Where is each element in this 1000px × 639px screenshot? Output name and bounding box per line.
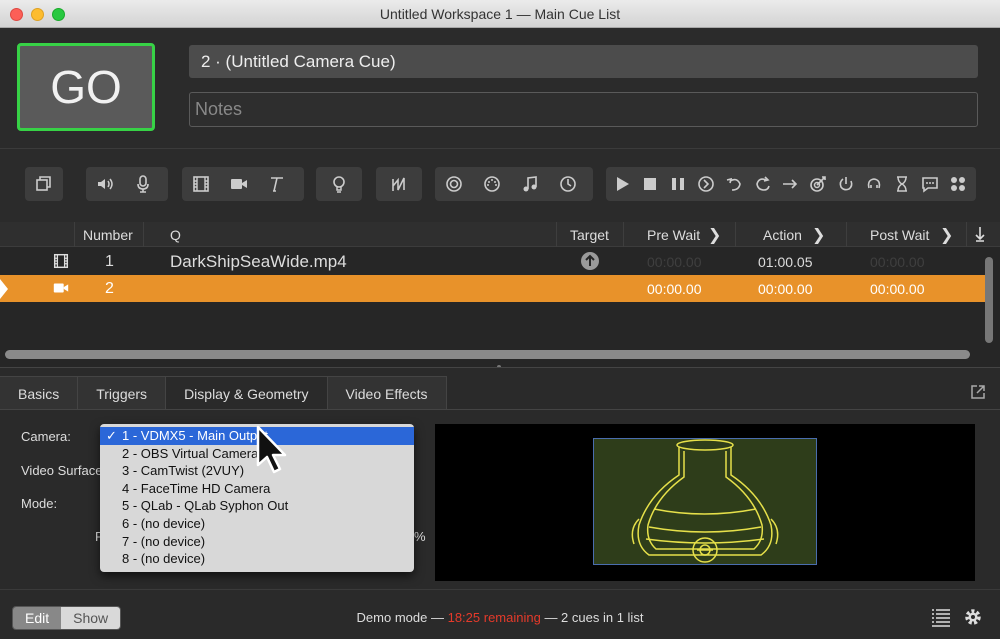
- camera-option[interactable]: 6 - (no device): [100, 515, 414, 533]
- toolbar-group-fade: [376, 167, 422, 201]
- cue-action[interactable]: 00:00.00: [758, 281, 813, 297]
- toolbar-group-control: [435, 167, 593, 201]
- tab-display-geometry[interactable]: Display & Geometry: [166, 376, 328, 409]
- midi-icon[interactable]: [473, 167, 511, 201]
- mic-icon[interactable]: [124, 167, 162, 201]
- tab-triggers[interactable]: Triggers: [78, 376, 167, 409]
- camera-option[interactable]: 4 - FaceTime HD Camera: [100, 480, 414, 498]
- disarm-icon[interactable]: [860, 167, 888, 201]
- percent-label: %: [414, 529, 426, 544]
- toolbar-group-playback: [606, 167, 976, 201]
- column-number[interactable]: Number: [83, 227, 133, 243]
- wait-icon[interactable]: [888, 167, 916, 201]
- audio-icon[interactable]: [86, 167, 124, 201]
- cue-list-header: Number Q Target Pre Wait ❯ Action ❯ Post…: [0, 222, 1000, 247]
- group-icon[interactable]: [25, 167, 63, 201]
- cue-toolbar: [0, 148, 1000, 222]
- camera-option[interactable]: 7 - (no device): [100, 533, 414, 551]
- network-icon[interactable]: [435, 167, 473, 201]
- camera-option[interactable]: 5 - QLab - QLab Syphon Out: [100, 497, 414, 515]
- gear-icon[interactable]: [962, 606, 984, 628]
- camera-icon: [51, 279, 71, 302]
- video-surface-label: Video Surface: [21, 463, 103, 478]
- load-icon[interactable]: [692, 167, 720, 201]
- chevron-right-icon[interactable]: ❯: [812, 225, 825, 245]
- camera-option[interactable]: 8 - (no device): [100, 550, 414, 568]
- surface-frame[interactable]: [593, 438, 817, 565]
- toolbar-group-video: [182, 167, 304, 201]
- table-row[interactable]: 2 00:00.00 00:00.00 00:00.00: [0, 275, 985, 302]
- target-arrow-icon[interactable]: [580, 251, 600, 276]
- list-icon[interactable]: [930, 606, 952, 628]
- goto-icon[interactable]: [776, 167, 804, 201]
- devamp-icon[interactable]: [748, 167, 776, 201]
- continue-mode-icon[interactable]: [973, 225, 987, 246]
- toolbar-group-organize: [25, 167, 63, 201]
- timecode-icon[interactable]: [549, 167, 587, 201]
- cue-number[interactable]: 2: [105, 280, 114, 298]
- video-preview[interactable]: [435, 424, 975, 581]
- inspector-tabs: Basics Triggers Display & Geometry Video…: [0, 376, 447, 409]
- column-post-wait[interactable]: Post Wait: [870, 227, 929, 243]
- music-icon[interactable]: [511, 167, 549, 201]
- script-icon[interactable]: [944, 167, 972, 201]
- fade-icon[interactable]: [380, 167, 418, 201]
- cue-q-name[interactable]: DarkShipSeaWide.mp4: [170, 252, 347, 272]
- status-bar: Edit Show Demo mode — 18:25 remaining — …: [0, 589, 1000, 639]
- inspector-panel: Basics Triggers Display & Geometry Video…: [0, 367, 1000, 589]
- light-icon[interactable]: [320, 167, 358, 201]
- camera-label: Camera:: [21, 429, 71, 444]
- stop-icon[interactable]: [636, 167, 664, 201]
- toolbar-group-audio: [86, 167, 168, 201]
- window-title: Untitled Workspace 1 — Main Cue List: [379, 6, 621, 22]
- column-q[interactable]: Q: [170, 227, 181, 243]
- chevron-right-icon[interactable]: ❯: [708, 225, 721, 245]
- title-bar: Untitled Workspace 1 — Main Cue List: [0, 0, 1000, 28]
- cue-post-wait[interactable]: 00:00.00: [870, 254, 925, 270]
- status-text: Demo mode — 18:25 remaining — 2 cues in …: [356, 610, 644, 625]
- camera-icon[interactable]: [220, 167, 258, 201]
- text-icon[interactable]: [258, 167, 296, 201]
- tab-basics[interactable]: Basics: [0, 376, 79, 409]
- notes-field[interactable]: Notes: [189, 92, 978, 127]
- arm-icon[interactable]: [832, 167, 860, 201]
- cue-pre-wait[interactable]: 00:00.00: [647, 281, 702, 297]
- start-icon[interactable]: [608, 167, 636, 201]
- table-row[interactable]: 1 DarkShipSeaWide.mp4 00:00.00 01:00.05 …: [0, 248, 985, 275]
- cue-name-field[interactable]: 2 · (Untitled Camera Cue): [189, 45, 978, 78]
- cue-number[interactable]: 1: [105, 253, 114, 271]
- memo-icon[interactable]: [916, 167, 944, 201]
- flask-drawing: [631, 439, 779, 563]
- tab-video-effects[interactable]: Video Effects: [327, 376, 447, 409]
- chevron-right-icon[interactable]: ❯: [940, 225, 953, 245]
- vertical-scrollbar[interactable]: [985, 257, 993, 343]
- checkmark-icon: ✓: [106, 428, 117, 443]
- popout-icon[interactable]: [970, 384, 986, 400]
- video-icon[interactable]: [182, 167, 220, 201]
- column-target[interactable]: Target: [570, 227, 609, 243]
- toolbar-group-light: [316, 167, 362, 201]
- horizontal-scrollbar[interactable]: [5, 350, 970, 359]
- column-action[interactable]: Action: [763, 227, 802, 243]
- mouse-cursor-icon: [256, 425, 290, 480]
- cue-action[interactable]: 01:00.05: [758, 254, 813, 270]
- column-pre-wait[interactable]: Pre Wait: [647, 227, 700, 243]
- remaining-time: 18:25 remaining: [447, 610, 541, 625]
- video-icon: [51, 252, 71, 275]
- workspace-header: GO 2 · (Untitled Camera Cue) Notes: [0, 28, 1000, 148]
- playhead-icon: [0, 278, 10, 305]
- cue-post-wait[interactable]: 00:00.00: [870, 281, 925, 297]
- cue-list: Number Q Target Pre Wait ❯ Action ❯ Post…: [0, 222, 1000, 369]
- go-button[interactable]: GO: [17, 43, 155, 131]
- mode-label: Mode:: [21, 496, 58, 511]
- reset-icon[interactable]: [720, 167, 748, 201]
- pause-icon[interactable]: [664, 167, 692, 201]
- target-icon[interactable]: [804, 167, 832, 201]
- cue-pre-wait[interactable]: 00:00.00: [647, 254, 702, 270]
